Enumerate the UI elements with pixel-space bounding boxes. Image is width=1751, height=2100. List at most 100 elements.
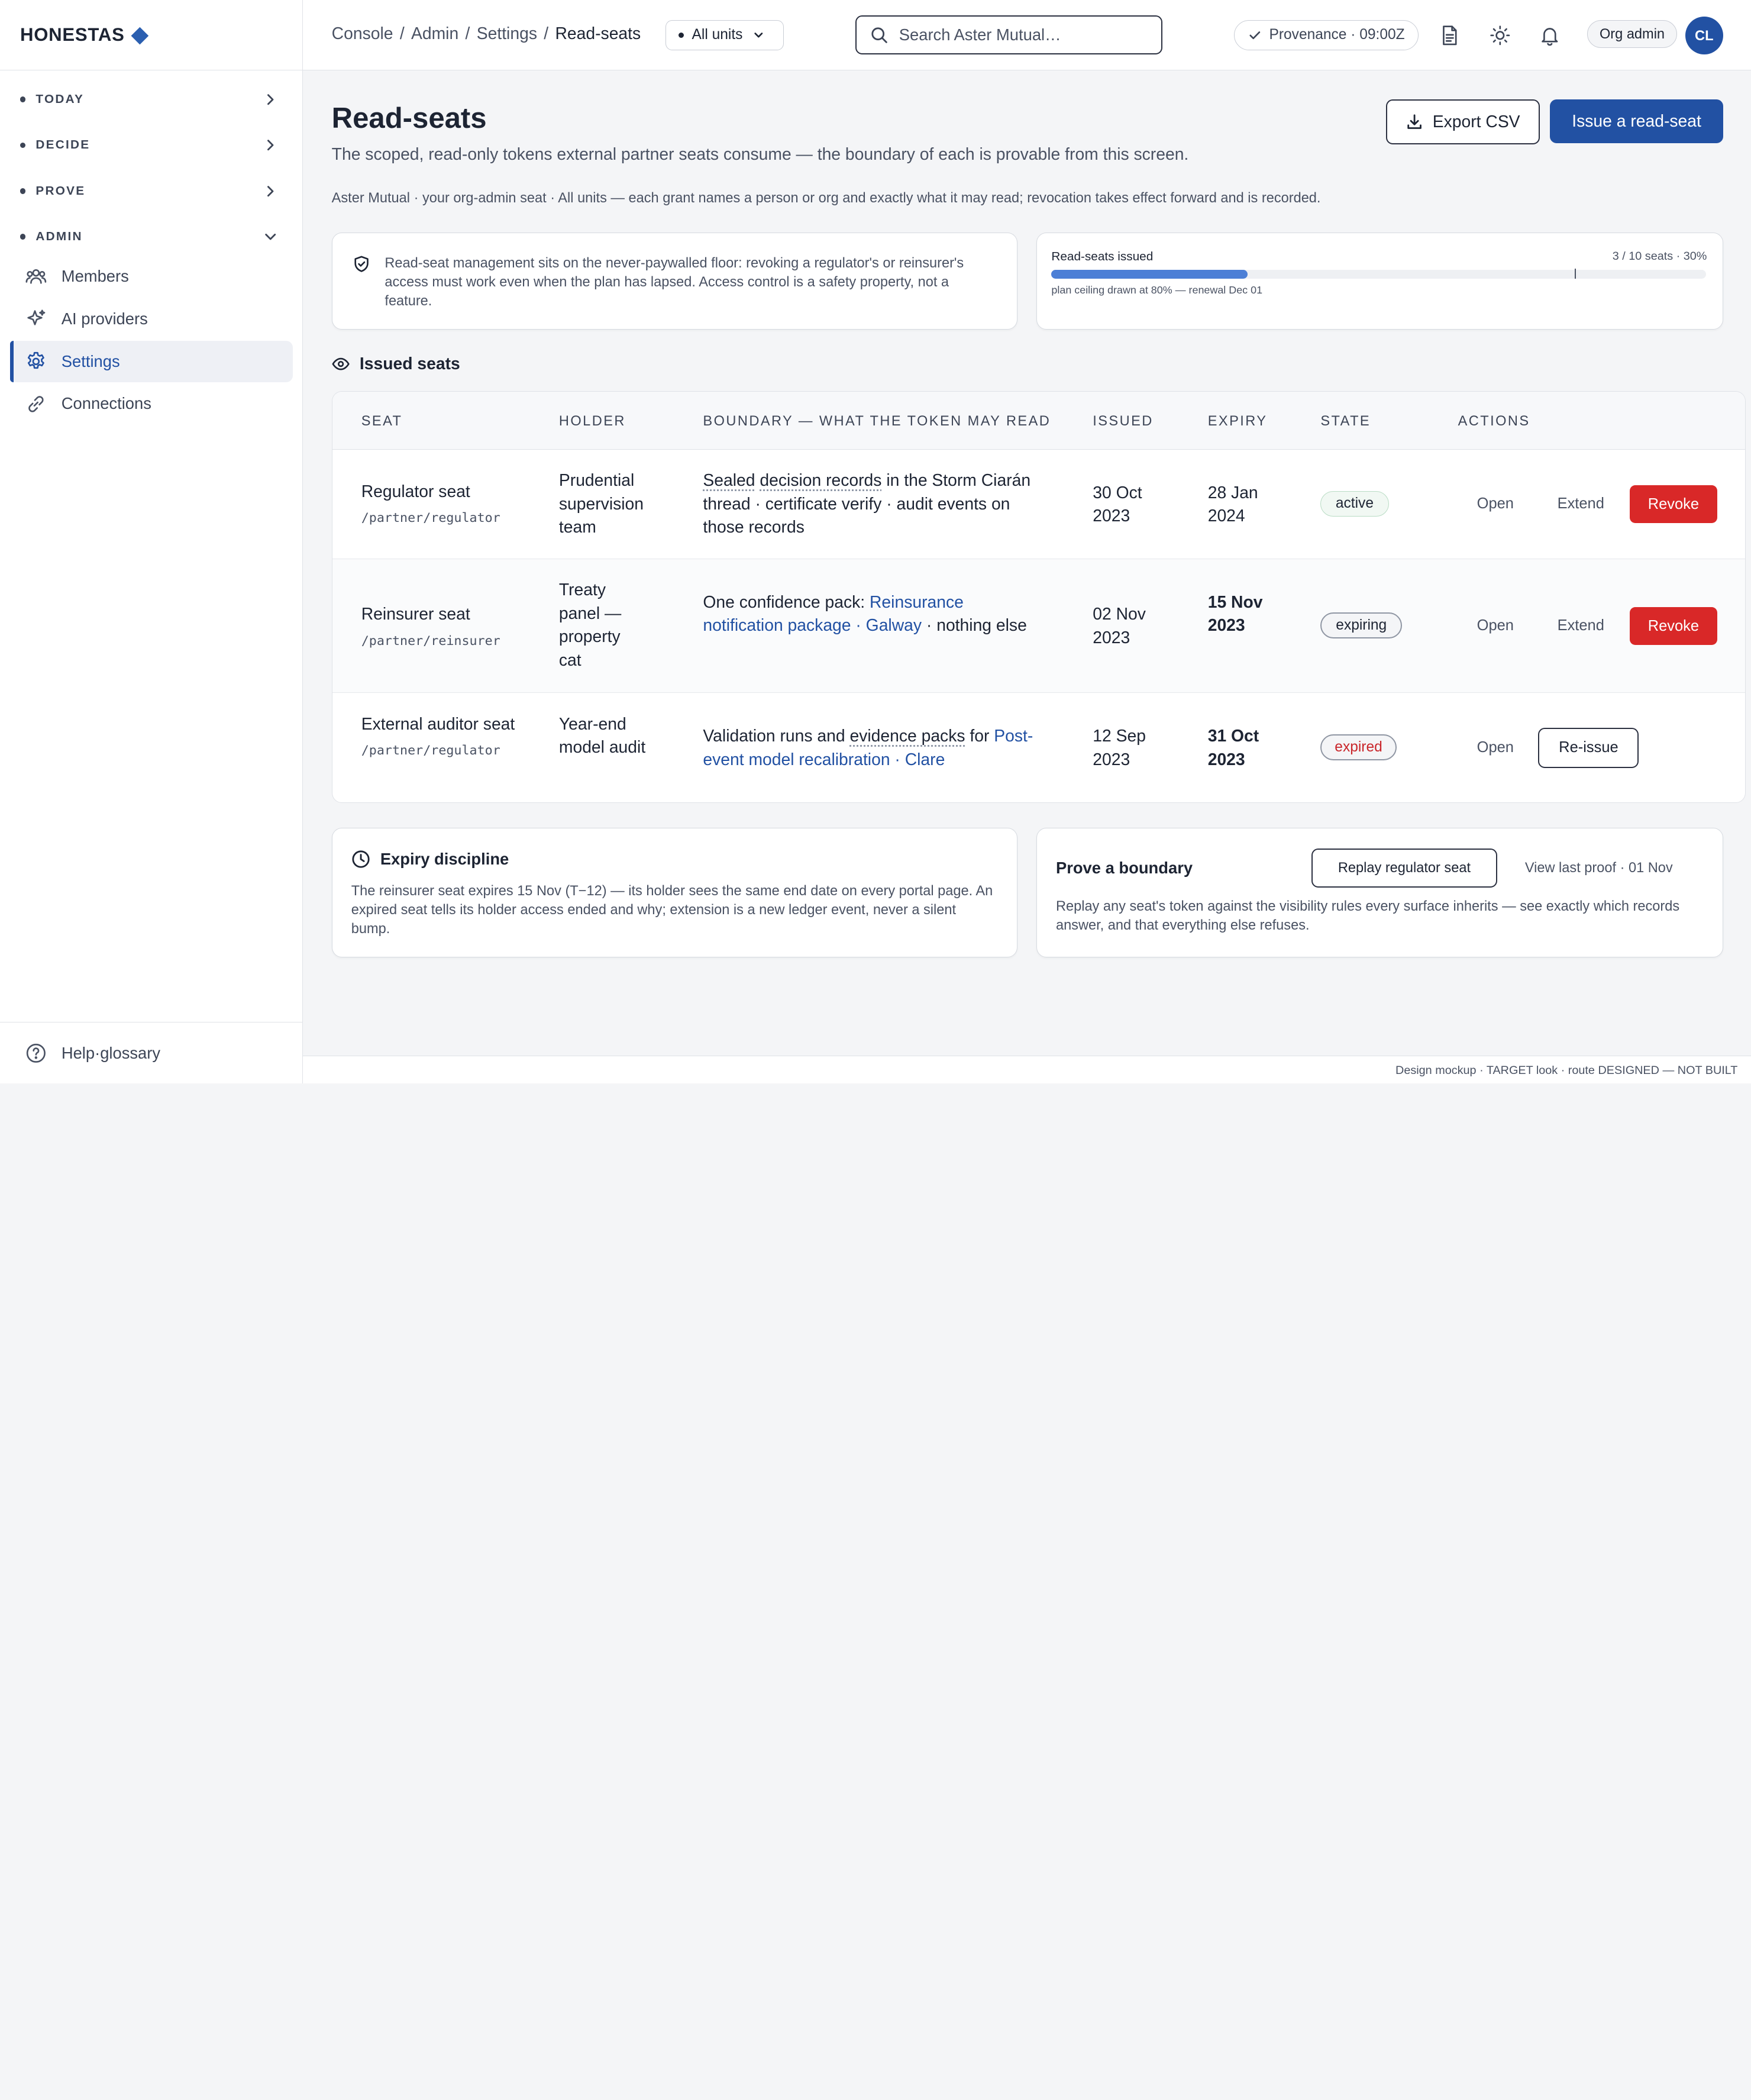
- expiry-date: 15 Nov 2023: [1207, 592, 1263, 635]
- holder-cell: Prudential supervision team: [558, 470, 644, 537]
- search-input[interactable]: [899, 25, 1145, 45]
- sidebar-item-label: AI providers: [61, 309, 148, 328]
- floor-note-text: Read-seat management sits on the never-p…: [385, 254, 964, 308]
- clock-icon: [352, 850, 370, 868]
- extend-button[interactable]: Extend: [1558, 495, 1604, 512]
- unit-select[interactable]: All units: [665, 20, 784, 50]
- sidebar-item-members[interactable]: Members: [10, 256, 293, 297]
- column-header-holder: HOLDER: [558, 412, 626, 428]
- search-icon: [871, 27, 887, 44]
- nav-section-prove[interactable]: PROVE: [0, 180, 303, 202]
- provenance-badge[interactable]: Provenance · 09:00Z: [1234, 20, 1419, 50]
- sidebar: HONESTAS TODAY DECIDE PROVE ADMIN Member…: [0, 0, 303, 1084]
- quota-title: Read-seats issued: [1051, 249, 1154, 263]
- brand-logo[interactable]: HONESTAS: [0, 0, 302, 70]
- prove-card-body: Replay any seat's token against the visi…: [1055, 898, 1680, 933]
- column-header-boundary: BOUNDARY — WHAT THE TOKEN MAY READ: [703, 412, 1051, 428]
- breadcrumb-settings[interactable]: Settings: [477, 24, 537, 43]
- issued-date: 02 Nov 2023: [1093, 604, 1146, 647]
- page-subtitle: The scoped, read-only tokens external pa…: [331, 144, 1189, 163]
- topbar: Console / Admin / Settings / Read-seats …: [302, 0, 1751, 70]
- quota-note: plan ceiling drawn at 80% — renewal Dec …: [1051, 284, 1263, 296]
- boundary-term[interactable]: decision records: [760, 470, 881, 489]
- seat-name: External auditor seat: [361, 714, 515, 733]
- avatar[interactable]: CL: [1685, 17, 1723, 55]
- seat-cell: Reinsurer seat /partner/reinsurer: [361, 602, 500, 653]
- expiry-card-header: Expiry discipline: [351, 850, 509, 869]
- nav-section-label: PROVE: [35, 183, 86, 198]
- boundary-cell: Validation runs and evidence packs for P…: [703, 724, 1038, 771]
- nav-section-label: ADMIN: [35, 230, 83, 244]
- quota-count: 3 / 10 seats · 30%: [1612, 249, 1707, 263]
- sparkle-icon: [27, 309, 45, 325]
- eye-icon: [332, 357, 350, 370]
- floor-note-card: Read-seat management sits on the never-p…: [331, 232, 1017, 330]
- column-header-expiry: EXPIRY: [1207, 412, 1268, 428]
- open-button[interactable]: Open: [1477, 617, 1514, 634]
- nav-section-today[interactable]: TODAY: [0, 88, 303, 111]
- bullet-icon: [20, 188, 26, 194]
- boundary-text: for: [970, 726, 990, 746]
- revoke-button[interactable]: Revoke: [1630, 485, 1717, 524]
- app-root: HONESTAS TODAY DECIDE PROVE ADMIN Member…: [0, 0, 1751, 1113]
- open-button[interactable]: Open: [1477, 495, 1514, 512]
- issued-seats-title: Issued seats: [359, 354, 460, 373]
- users-icon: [25, 269, 46, 284]
- bell-icon[interactable]: [1538, 24, 1562, 47]
- breadcrumb-separator: /: [399, 23, 405, 43]
- nav-section-admin[interactable]: ADMIN: [0, 225, 303, 248]
- help-label: Help·glossary: [61, 1043, 161, 1062]
- extend-button[interactable]: Extend: [1558, 617, 1604, 634]
- breadcrumb-admin[interactable]: Admin: [411, 24, 458, 43]
- seat-path: /partner/regulator: [361, 743, 500, 758]
- boundary-cell: Sealed decision records in the Storm Cia…: [703, 469, 1038, 539]
- sidebar-item-settings[interactable]: Settings: [9, 340, 293, 382]
- sidebar-item-ai-providers[interactable]: AI providers: [10, 298, 293, 340]
- issued-seats-table: SEAT HOLDER BOUNDARY — WHAT THE TOKEN MA…: [331, 391, 1746, 804]
- replay-regulator-seat-button[interactable]: Replay regulator seat: [1311, 848, 1497, 888]
- help-glossary-link[interactable]: Help·glossary: [0, 1022, 303, 1083]
- shield-check-icon: [354, 256, 369, 273]
- bullet-icon: [20, 142, 26, 149]
- boundary-text: Validation runs and: [703, 726, 845, 746]
- reissue-button[interactable]: Re-issue: [1538, 727, 1639, 768]
- issued-date: 30 Oct 2023: [1093, 482, 1142, 525]
- sidebar-item-connections[interactable]: Connections: [10, 383, 293, 425]
- nav-section-decide[interactable]: DECIDE: [0, 134, 303, 157]
- bullet-icon: [20, 96, 26, 102]
- open-button[interactable]: Open: [1477, 739, 1514, 756]
- status-badge: expiring: [1320, 612, 1403, 638]
- column-header-actions: ACTIONS: [1458, 412, 1530, 428]
- chevron-right-icon: [267, 94, 274, 105]
- breadcrumb-current: Read-seats: [555, 23, 641, 43]
- expiry-date: 28 Jan 2024: [1207, 482, 1258, 525]
- export-csv-button[interactable]: Export CSV: [1385, 99, 1540, 144]
- chevron-right-icon: [267, 185, 274, 196]
- view-last-proof-link[interactable]: View last proof · 01 Nov: [1525, 860, 1673, 876]
- column-header-state: STATE: [1320, 412, 1371, 428]
- boundary-term[interactable]: Sealed: [703, 470, 755, 489]
- revoke-button[interactable]: Revoke: [1630, 607, 1717, 646]
- boundary-term[interactable]: evidence packs: [849, 726, 965, 745]
- issued-date: 12 Sep 2023: [1093, 726, 1146, 769]
- chevron-down-icon: [264, 234, 276, 240]
- sun-icon[interactable]: [1488, 24, 1512, 47]
- bullet-icon: [20, 234, 26, 240]
- unit-select-value: All units: [692, 27, 743, 43]
- prove-boundary-card: Prove a boundary Replay regulator seat V…: [1036, 827, 1723, 957]
- quota-ceiling-marker: [1575, 269, 1576, 279]
- boundary-text: One confidence pack:: [703, 592, 865, 611]
- table-row: Reinsurer seat /partner/reinsurer Treaty…: [332, 559, 1745, 693]
- breadcrumb: Console / Admin / Settings / Read-seats: [332, 24, 641, 43]
- chevron-right-icon: [267, 140, 274, 151]
- search-box[interactable]: [855, 15, 1163, 55]
- chevron-down-icon: [754, 33, 763, 38]
- document-icon[interactable]: [1438, 24, 1462, 47]
- breadcrumb-console[interactable]: Console: [332, 24, 393, 43]
- issue-read-seat-button[interactable]: Issue a read-seat: [1550, 99, 1723, 143]
- quota-progress-track: [1051, 269, 1706, 279]
- seat-path: /partner/regulator: [361, 511, 500, 526]
- org-role-badge[interactable]: Org admin: [1587, 20, 1678, 49]
- link-icon: [28, 395, 44, 412]
- brand-name: HONESTAS: [20, 24, 125, 45]
